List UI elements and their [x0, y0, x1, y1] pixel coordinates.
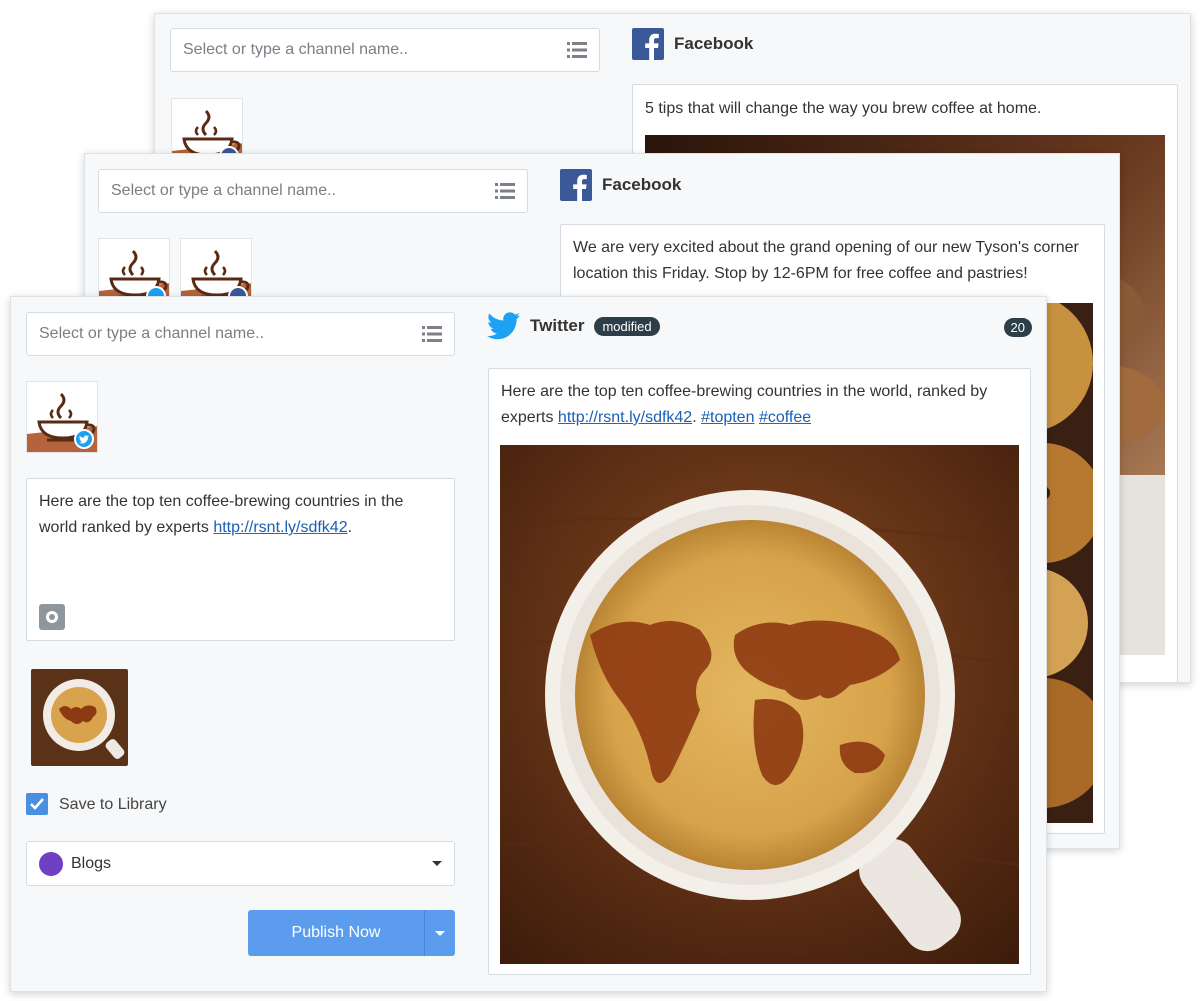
facebook-logo-icon: [560, 169, 592, 201]
character-count-badge: 20: [1003, 318, 1032, 337]
network-name: Twitter: [530, 316, 585, 335]
hashtag-link[interactable]: #topten: [701, 409, 754, 426]
channel-avatar-twitter[interactable]: [26, 381, 98, 453]
channel-select-input[interactable]: Select or type a channel name..: [26, 312, 455, 356]
category-color-dot: [39, 851, 63, 876]
publish-now-button[interactable]: Publish Now: [248, 910, 424, 956]
publish-options-dropdown[interactable]: [424, 910, 454, 956]
modified-badge: modified: [594, 316, 660, 336]
network-name: Facebook: [602, 175, 682, 194]
channel-placeholder: Select or type a channel name..: [183, 41, 409, 58]
list-icon[interactable]: [567, 41, 587, 59]
publish-button-group: Publish Now: [248, 910, 455, 956]
caret-down-icon: [434, 930, 445, 936]
post-text: We are very excited about the grand open…: [573, 239, 1079, 282]
channel-placeholder: Select or type a channel name..: [39, 325, 265, 342]
category-select[interactable]: Blogs: [26, 841, 455, 886]
network-name: Facebook: [674, 34, 754, 53]
preview-header: Facebook: [632, 28, 753, 60]
editor-text[interactable]: Here are the top ten coffee-brewing coun…: [39, 489, 439, 541]
preview-image: [500, 445, 1019, 964]
post-text: 5 tips that will change the way you brew…: [645, 100, 1042, 117]
composer-card-front: Select or type a channel name.. Here are…: [10, 296, 1047, 992]
channel-select-input[interactable]: Select or type a channel name..: [98, 169, 528, 213]
preview-header: Facebook: [560, 169, 681, 201]
preview-text: Here are the top ten coffee-brewing coun…: [501, 379, 1011, 431]
hashtag-link[interactable]: #coffee: [759, 409, 811, 426]
preview-header: Twitter modified: [487, 312, 660, 340]
twitter-logo-icon: [487, 312, 520, 340]
list-icon[interactable]: [422, 325, 442, 343]
preview-link[interactable]: http://rsnt.ly/sdfk42: [558, 409, 692, 426]
post-preview: Here are the top ten coffee-brewing coun…: [488, 368, 1031, 975]
save-to-library-label[interactable]: Save to Library: [59, 796, 167, 814]
camera-icon[interactable]: [39, 604, 65, 630]
editor-trailing-text: .: [347, 519, 353, 536]
channel-placeholder: Select or type a channel name..: [111, 182, 337, 199]
facebook-logo-icon: [632, 28, 664, 60]
editor-link[interactable]: http://rsnt.ly/sdfk42: [213, 519, 347, 536]
save-to-library-checkbox[interactable]: [26, 793, 48, 815]
chevron-down-icon: [432, 861, 442, 866]
preview-separator: .: [692, 409, 702, 426]
category-label: Blogs: [71, 854, 112, 872]
channel-select-input[interactable]: Select or type a channel name..: [170, 28, 600, 72]
message-editor[interactable]: Here are the top ten coffee-brewing coun…: [26, 478, 455, 641]
twitter-badge-icon: [74, 429, 94, 449]
attached-image-thumbnail[interactable]: [31, 669, 128, 766]
list-icon[interactable]: [495, 182, 515, 200]
